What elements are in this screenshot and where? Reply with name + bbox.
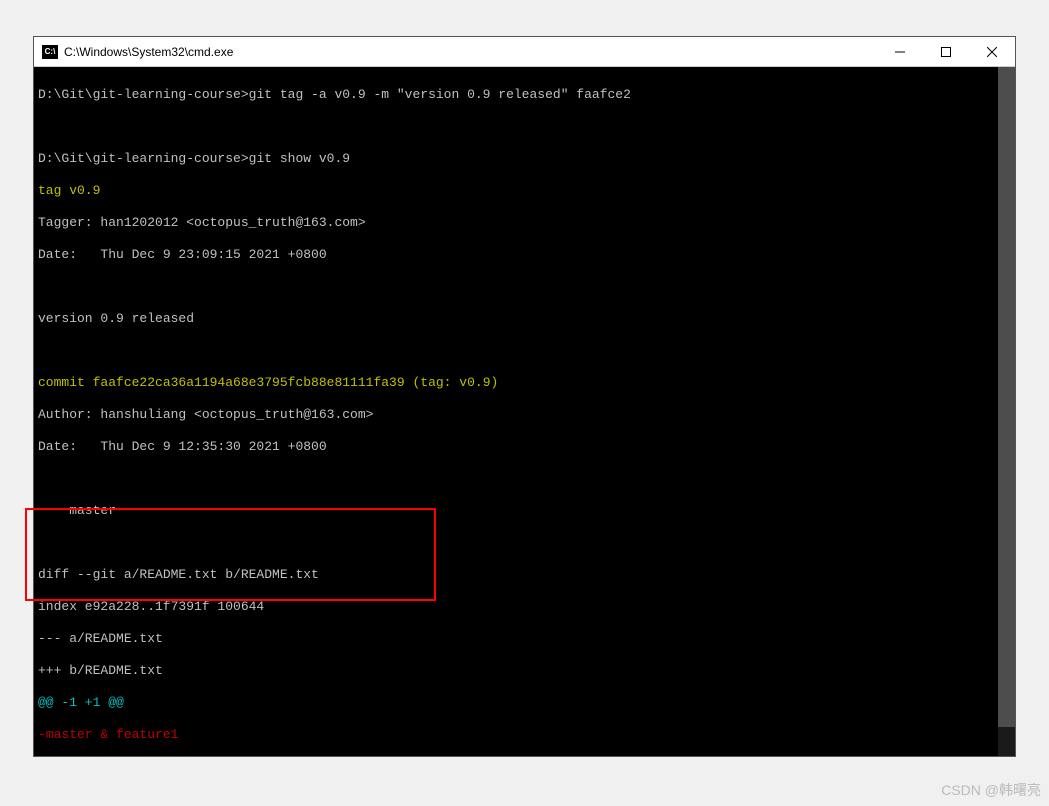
close-button[interactable] <box>969 37 1015 66</box>
cmd-text: git show v0.9 <box>249 151 350 166</box>
window-controls <box>877 37 1015 66</box>
version-msg: version 0.9 released <box>38 311 194 326</box>
diff-index: index e92a228..1f7391f 100644 <box>38 599 264 614</box>
removed-line: -master & feature1 <box>38 727 178 742</box>
hunk-header: @@ -1 +1 @@ <box>38 695 124 710</box>
cmd-icon: C:\ <box>42 45 58 59</box>
watermark: CSDN @韩曙亮 <box>941 780 1041 800</box>
commit-hash: commit faafce22ca36a1194a68e3795fcb88e81… <box>38 375 405 390</box>
cmd-window: C:\ C:\Windows\System32\cmd.exe D:\Git\g… <box>33 36 1016 757</box>
prompt-text: D:\Git\git-learning-course> <box>38 87 249 102</box>
diff-header: diff --git a/README.txt b/README.txt <box>38 567 319 582</box>
titlebar[interactable]: C:\ C:\Windows\System32\cmd.exe <box>34 37 1015 67</box>
date-line: Date: Thu Dec 9 23:09:15 2021 +0800 <box>38 247 327 262</box>
date-line: Date: Thu Dec 9 12:35:30 2021 +0800 <box>38 439 327 454</box>
maximize-button[interactable] <box>923 37 969 66</box>
tagger-line: Tagger: han1202012 <octopus_truth@163.co… <box>38 215 366 230</box>
paren: ) <box>491 375 499 390</box>
window-title: C:\Windows\System32\cmd.exe <box>64 45 877 59</box>
scrollbar-thumb[interactable] <box>998 67 1015 727</box>
minimize-button[interactable] <box>877 37 923 66</box>
cmd-text: git tag -a v0.9 -m "version 0.9 released… <box>249 87 631 102</box>
terminal-area[interactable]: D:\Git\git-learning-course>git tag -a v0… <box>34 67 1015 756</box>
author-line: Author: hanshuliang <octopus_truth@163.c… <box>38 407 373 422</box>
diff-minus: --- a/README.txt <box>38 631 163 646</box>
prompt-text: D:\Git\git-learning-course> <box>38 151 249 166</box>
tag-label: tag: <box>420 375 459 390</box>
terminal-content: D:\Git\git-learning-course>git tag -a v0… <box>38 71 1011 756</box>
diff-plus: +++ b/README.txt <box>38 663 163 678</box>
tag-value: v0.9 <box>459 375 490 390</box>
paren: ( <box>405 375 421 390</box>
scrollbar[interactable] <box>998 67 1015 756</box>
commit-msg: master <box>38 503 116 518</box>
tag-line: tag v0.9 <box>38 183 100 198</box>
